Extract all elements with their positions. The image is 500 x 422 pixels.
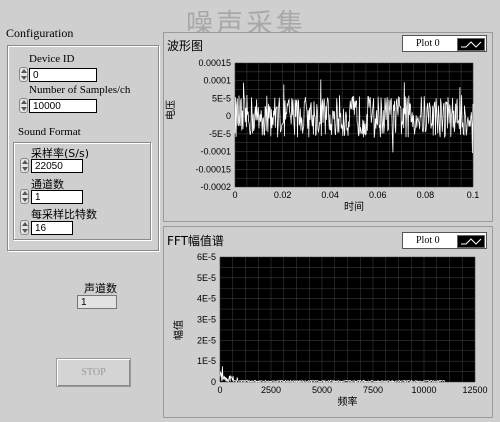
fft-ytick-label: 0 [211, 377, 216, 387]
waveform-legend-label: Plot 0 [416, 38, 440, 49]
bits-field[interactable]: 16 [31, 221, 73, 235]
stop-button[interactable]: STOP [56, 358, 131, 387]
fft-ytick-label: 6E-5 [197, 252, 216, 262]
waveform-chart: 0.00015 0.0001 5E-5 0 -5E-5 -0.0001 -0.00015 -0… [195, 58, 480, 213]
line-style-icon [457, 235, 485, 248]
waveform-ytick-label: -0.00015 [195, 164, 231, 174]
waveform-ytick-label: 0.00015 [198, 58, 231, 68]
fft-ytick-label: 3E-5 [197, 315, 216, 325]
sound-format-label: Sound Format [18, 126, 81, 138]
fft-ytick-label: 2E-5 [197, 335, 216, 345]
channel-count-label: 声道数 [84, 282, 117, 295]
waveform-xtick-label: 0.1 [467, 190, 480, 200]
channels-field[interactable]: 1 [31, 190, 83, 204]
waveform-ytick-label: -0.0001 [200, 147, 231, 157]
channels-stepper[interactable] [20, 189, 29, 204]
waveform-legend[interactable]: Plot 0 [402, 35, 487, 52]
waveform-xtick-label: 0.04 [321, 190, 339, 200]
fft-legend[interactable]: Plot 0 [402, 232, 487, 249]
samples-label: Number of Samples/ch [29, 84, 131, 96]
bits-label: 每采样比特数 [31, 208, 97, 221]
samples-stepper[interactable] [19, 98, 28, 113]
fft-title: FFT幅值谱 [167, 234, 224, 248]
waveform-ytick-label: 5E-5 [212, 93, 231, 103]
device-id-field[interactable]: 0 [29, 68, 97, 82]
device-id-label: Device ID [29, 53, 75, 65]
fft-xtick-label: 2500 [261, 385, 281, 395]
channel-count-indicator: 1 [77, 295, 117, 309]
waveform-ytick-label: -0.0002 [200, 182, 231, 192]
fft-xtick-label: 12500 [462, 385, 487, 395]
line-style-icon [457, 38, 485, 51]
samples-field[interactable]: 10000 [29, 99, 97, 113]
waveform-xtick-label: 0.08 [417, 190, 435, 200]
sample-rate-field[interactable]: 22050 [31, 159, 83, 173]
fft-ytick-label: 4E-5 [197, 294, 216, 304]
waveform-xtick-label: 0.02 [274, 190, 292, 200]
fft-xlabel: 频率 [338, 395, 358, 408]
waveform-ytick-label: -5E-5 [209, 129, 231, 139]
fft-xtick-label: 7500 [363, 385, 383, 395]
waveform-xtick-label: 0.06 [369, 190, 387, 200]
waveform-xlabel: 时间 [344, 200, 364, 213]
sample-rate-stepper[interactable] [20, 158, 29, 173]
fft-ytick-label: 1E-5 [197, 356, 216, 366]
bits-stepper[interactable] [20, 220, 29, 235]
fft-xtick-label: 5000 [312, 385, 332, 395]
fft-chart: 6E-5 5E-5 4E-5 3E-5 2E-5 1E-5 00 2500 5000 7500 10… [197, 252, 488, 408]
waveform-ytick-label: 0 [226, 111, 231, 121]
fft-ytick-label: 5E-5 [197, 273, 216, 283]
device-id-stepper[interactable] [19, 67, 28, 82]
fft-xtick-label: 10000 [411, 385, 436, 395]
fft-legend-label: Plot 0 [416, 235, 440, 246]
fft-xtick-label: 0 [217, 385, 222, 395]
waveform-xtick-label: 0 [232, 190, 237, 200]
configuration-label: Configuration [6, 26, 74, 40]
waveform-ytick-label: 0.0001 [203, 76, 231, 86]
